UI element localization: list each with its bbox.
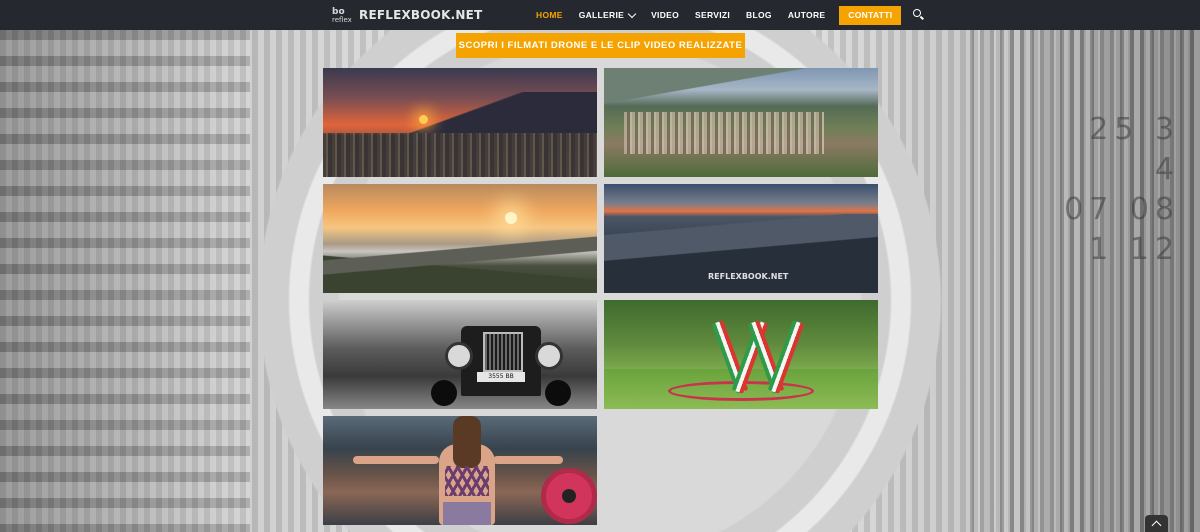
scroll-to-top-button[interactable] — [1145, 515, 1168, 532]
nav-item-label: VIDEO — [651, 10, 680, 20]
nav-item-home[interactable]: HOME — [536, 10, 563, 20]
sports-top — [445, 466, 489, 496]
logo-mark: bo reflex — [332, 7, 356, 24]
background-lens-scale: 25 3 4 07 08 1 12 — [1064, 110, 1180, 270]
sun — [419, 115, 428, 124]
gallery-image-aerial-valley[interactable] — [604, 68, 878, 177]
nav-item-autore[interactable]: AUTORE — [788, 10, 826, 20]
mountain-range — [604, 68, 878, 108]
w-sculpture-bar — [767, 320, 805, 394]
w-sculpture — [711, 320, 805, 394]
car-grill — [483, 332, 523, 372]
town-lights — [323, 133, 597, 177]
gallery-image-gym[interactable] — [323, 416, 597, 525]
site-header: bo reflex REFLEXBOOK.NET HOME GALLERIE V… — [0, 0, 1200, 30]
background-lens-right — [970, 30, 1200, 532]
shorts — [443, 502, 491, 525]
nav-item-video[interactable]: VIDEO — [651, 10, 679, 20]
lens-number: 4 — [1154, 152, 1180, 187]
logo-mark-bottom: reflex — [332, 15, 352, 24]
vintage-car: 3555 BB — [431, 318, 571, 406]
chevron-down-icon — [627, 9, 637, 18]
gallery-image-sunset-town[interactable] — [323, 68, 597, 177]
nav-item-blog[interactable]: BLOG — [746, 10, 772, 20]
car-wheel — [545, 380, 571, 406]
gallery-image-sunrise-fog[interactable] — [323, 184, 597, 293]
nav-item-label: GALLERIE — [578, 10, 625, 20]
car-headlight — [445, 342, 473, 370]
gallery-image-park-sign[interactable] — [604, 300, 878, 409]
nav-item-label: BLOG — [746, 10, 772, 20]
nav-item-label: HOME — [536, 10, 563, 20]
search-icon[interactable] — [913, 9, 925, 21]
valley-town — [624, 112, 824, 154]
main-nav: HOME GALLERIE VIDEO SERVIZI BLOG AUTORE … — [536, 0, 925, 30]
car-wheel — [431, 380, 457, 406]
logo-text: REFLEXBOOK.NET — [359, 8, 483, 22]
drone-videos-cta-button[interactable]: SCOPRI I FILMATI DRONE E LE CLIP VIDEO R… — [456, 33, 745, 58]
car-headlight — [535, 342, 563, 370]
foggy-hills — [323, 222, 597, 293]
lens-number: 25 3 — [1089, 112, 1180, 147]
nav-item-gallerie[interactable]: GALLERIE — [578, 9, 637, 20]
chevron-up-icon — [1151, 520, 1162, 530]
nav-item-label: AUTORE — [787, 10, 826, 20]
nav-item-label: SERVIZI — [695, 10, 731, 20]
person-hair — [453, 416, 481, 468]
gallery-image-vintage-car[interactable]: 3555 BB — [323, 300, 597, 409]
lens-number: 1 12 — [1089, 232, 1180, 267]
person-arm — [493, 456, 563, 464]
background-lens-left — [0, 30, 250, 532]
site-logo[interactable]: bo reflex REFLEXBOOK.NET — [332, 5, 482, 25]
nav-item-servizi[interactable]: SERVIZI — [695, 10, 730, 20]
gallery-image-dusk-valley[interactable]: REFLEXBOOK.NET — [604, 184, 878, 293]
person — [435, 416, 499, 525]
person-arm — [353, 456, 439, 464]
dusk-hills — [604, 214, 878, 293]
weight-plate — [541, 468, 597, 524]
contact-button[interactable]: CONTATTI — [839, 5, 902, 25]
watermark-text: REFLEXBOOK.NET — [708, 272, 789, 281]
lens-number: 07 08 — [1064, 192, 1180, 227]
car-plate: 3555 BB — [477, 372, 525, 382]
